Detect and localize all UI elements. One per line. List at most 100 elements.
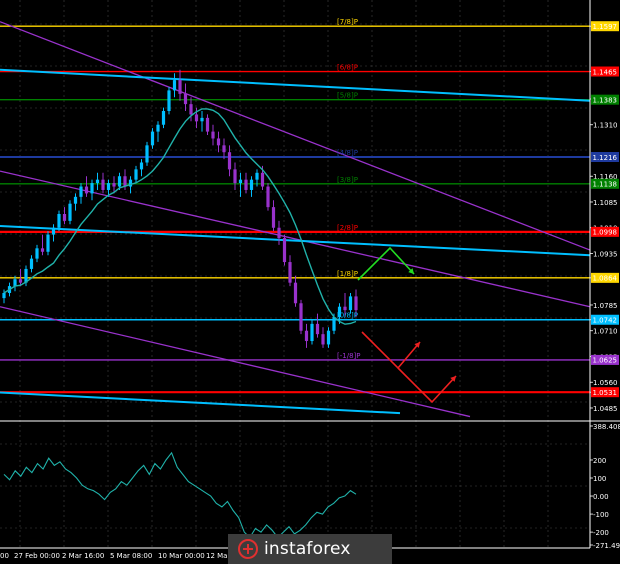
- candle-body: [139, 162, 144, 170]
- candle-body: [348, 296, 353, 311]
- candle-body: [73, 196, 78, 204]
- time-label: 10 Mar 00:00: [158, 552, 205, 560]
- cci-tick-label: -200: [593, 529, 609, 537]
- candle-body: [156, 124, 160, 132]
- cci-tick-label: 100: [593, 475, 606, 483]
- forecast-arrow: [361, 331, 421, 370]
- murray-label: [0/8]P: [337, 312, 358, 320]
- logo-text: instaforex: [264, 539, 351, 559]
- ma-line: [3, 108, 357, 325]
- candle-body: [238, 179, 243, 184]
- candle-body: [178, 80, 182, 94]
- candle-body: [315, 323, 320, 335]
- candle-body: [35, 248, 39, 259]
- candle-body: [222, 145, 226, 153]
- level-price-label: 1.0625: [593, 357, 618, 365]
- murray-label: [2/8]P: [337, 224, 358, 232]
- candle-body: [332, 317, 336, 331]
- cci-tick-label: 0.00: [593, 493, 609, 501]
- cci-indicator: 388.4089 200 100 0.00 -100 -200 -271.498: [0, 420, 620, 550]
- candle-body: [271, 207, 276, 228]
- murray-label: [7/8]P: [337, 18, 358, 26]
- price-tick-label: 1.0935: [593, 250, 618, 258]
- trend-line-low: [0, 391, 401, 415]
- murray-label: [3/8]P: [337, 176, 358, 184]
- murray-label: [5/8]P: [337, 92, 358, 100]
- candle-body: [84, 186, 89, 194]
- candle-body: [183, 93, 188, 105]
- candle-body: [134, 169, 138, 180]
- candle-body: [255, 172, 259, 180]
- level-price-label: 1.0531: [593, 389, 618, 397]
- forecast-arrow: [357, 246, 415, 281]
- price-tick-label: 1.1310: [593, 122, 618, 130]
- instaforex-logo: instaforex: [228, 534, 392, 564]
- candle-body: [167, 90, 171, 111]
- candle-body: [46, 234, 50, 252]
- candle-body: [145, 145, 149, 163]
- candle-body: [299, 303, 303, 331]
- candle-body: [90, 183, 94, 194]
- candle-body: [326, 330, 331, 345]
- candle-body: [205, 117, 210, 132]
- murray-label: [4/8]P: [337, 149, 358, 157]
- candle-body: [106, 183, 111, 190]
- candle-body: [172, 80, 177, 91]
- candle-body: [194, 114, 199, 122]
- candle-body: [216, 138, 221, 146]
- trend-channels: [0, 21, 591, 418]
- time-label: 27 Feb 00:00: [14, 552, 60, 560]
- forecast-arrow: [397, 367, 457, 404]
- candle-body: [260, 172, 265, 187]
- price-tick-label: 1.1085: [593, 199, 618, 207]
- candle-body: [189, 104, 193, 115]
- level-price-label: 1.1216: [593, 154, 618, 162]
- trend-line-top: [0, 68, 591, 102]
- candle-body: [62, 214, 67, 221]
- candle-body: [68, 203, 72, 221]
- candle-body: [13, 279, 17, 287]
- candle-body: [57, 214, 61, 228]
- level-price-label: 1.1597: [593, 23, 618, 31]
- candle-body: [244, 179, 248, 190]
- price-tick-label: 1.0710: [593, 328, 618, 336]
- level-price-label: 1.0998: [593, 229, 618, 237]
- candle-body: [277, 227, 281, 239]
- candle-body: [249, 179, 254, 190]
- candle-body: [95, 179, 100, 184]
- price-tick-label: 1.0785: [593, 302, 618, 310]
- chart-grid: [0, 0, 590, 548]
- time-label: 2 Mar 16:00: [62, 552, 104, 560]
- channel-lower-line: [0, 306, 471, 418]
- candle-body: [18, 279, 23, 283]
- candle-body: [211, 131, 215, 139]
- time-label: 12 Ma: [206, 552, 227, 560]
- price-tick-label: 1.0485: [593, 405, 618, 413]
- cci-tick-label: -100: [593, 511, 609, 519]
- candlesticks: [2, 69, 358, 348]
- trend-line-mid: [0, 225, 591, 257]
- candle-body: [117, 176, 122, 187]
- candle-body: [112, 183, 116, 187]
- candle-body: [233, 169, 237, 184]
- candle-body: [321, 334, 325, 345]
- candle-body: [29, 258, 34, 269]
- murray-label: [6/8]P: [337, 64, 358, 72]
- candle-body: [161, 111, 166, 125]
- cci-line: [3, 451, 357, 539]
- candle-body: [200, 117, 204, 122]
- cci-tick-label: 200: [593, 457, 606, 465]
- moving-average: [3, 108, 357, 325]
- candle-body: [304, 330, 309, 342]
- level-price-label: 1.0864: [593, 275, 618, 283]
- level-price-label: 1.1465: [593, 68, 618, 76]
- price-axis: 1.15971.14651.13851.13101.11601.10851.10…: [589, 0, 619, 548]
- candle-body: [51, 227, 56, 235]
- price-tick-label: 1.0560: [593, 379, 618, 387]
- price-chart[interactable]: [7/8]P [6/8]P [5/8]P [4/8]P [3/8]P [2/8]P [1/8…: [0, 0, 620, 564]
- candle-body: [266, 186, 270, 208]
- cci-tick-label: 388.4089: [593, 423, 620, 431]
- candle-body: [310, 323, 314, 342]
- time-label: 5 Mar 08:00: [110, 552, 152, 560]
- instaforex-logo-icon: [238, 539, 258, 559]
